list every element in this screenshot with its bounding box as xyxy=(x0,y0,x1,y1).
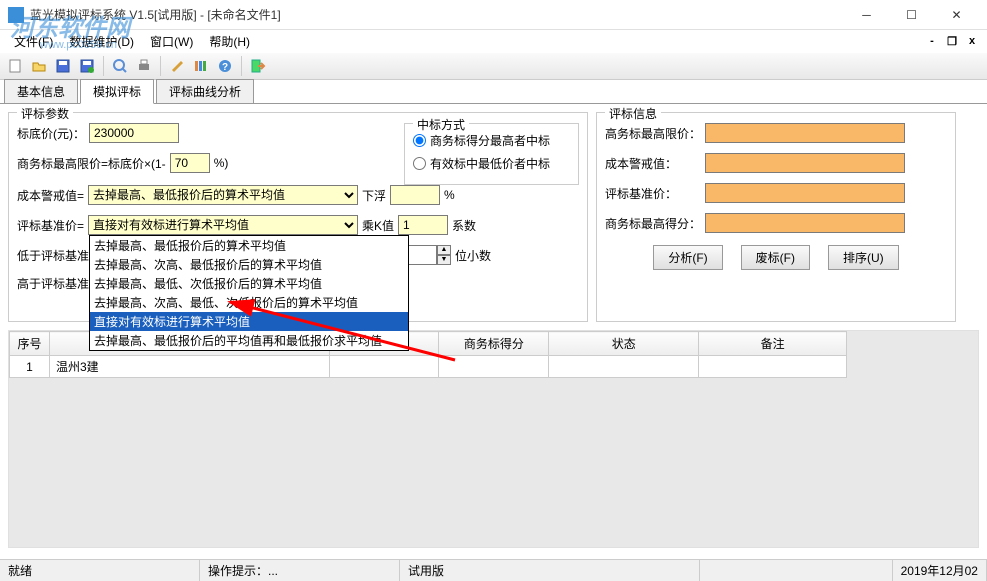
coef-label: 乘K值 xyxy=(362,217,394,234)
minimize-button[interactable]: ─ xyxy=(844,1,889,29)
decimal-suffix: 位小数 xyxy=(455,247,491,264)
low-base-label: 低于评标基准 xyxy=(17,247,89,264)
high-base-label: 高于评标基准 xyxy=(17,275,89,292)
max-limit-input[interactable] xyxy=(170,153,210,173)
cell-status xyxy=(549,356,699,378)
discard-button[interactable]: 废标(F) xyxy=(741,245,810,270)
dropdown-option[interactable]: 去掉最高、最低报价后的算术平均值 xyxy=(90,236,408,255)
base-select-dropdown[interactable]: 去掉最高、最低报价后的算术平均值 去掉最高、次高、最低报价后的算术平均值 去掉最… xyxy=(89,235,409,351)
print-icon[interactable] xyxy=(133,55,155,77)
analyze-button[interactable]: 分析(F) xyxy=(653,245,722,270)
menu-data[interactable]: 数据维护(D) xyxy=(61,31,142,52)
toolbar: ? xyxy=(0,52,987,80)
mdi-close-button[interactable]: x xyxy=(963,33,981,49)
base-output xyxy=(705,183,905,203)
info-title: 评标信息 xyxy=(605,105,661,122)
warn-label: 成本警戒值= xyxy=(17,187,84,204)
base-calc-label: 评标基准价= xyxy=(17,217,84,234)
titlebar: 蓝光模拟评标系统 V1.5[试用版] - [未命名文件1] ─ ☐ ✕ xyxy=(0,0,987,30)
max-price-output xyxy=(705,123,905,143)
col-no[interactable]: 序号 xyxy=(10,332,50,356)
spinner-up-icon[interactable]: ▲ xyxy=(437,245,451,255)
warn-out-label: 成本警戒值： xyxy=(605,155,705,172)
max-price-out-label: 高务标最高限价： xyxy=(605,125,705,142)
close-button[interactable]: ✕ xyxy=(934,1,979,29)
col-status[interactable]: 状态 xyxy=(549,332,699,356)
exit-icon[interactable] xyxy=(247,55,269,77)
tabstrip: 基本信息 模拟评标 评标曲线分析 xyxy=(0,80,987,104)
mdi-minimize-button[interactable]: - xyxy=(923,33,941,49)
radio-highest-score[interactable] xyxy=(413,134,426,147)
status-version: 试用版 xyxy=(400,560,700,581)
mdi-restore-button[interactable]: ❐ xyxy=(943,33,961,49)
params-title: 评标参数 xyxy=(17,105,73,122)
menu-file[interactable]: 文件(F) xyxy=(6,31,61,52)
menu-help[interactable]: 帮助(H) xyxy=(201,31,258,52)
saveas-icon[interactable] xyxy=(76,55,98,77)
dropdown-option[interactable]: 去掉最高、最低、次低报价后的算术平均值 xyxy=(90,274,408,293)
base-out-label: 评标基准价： xyxy=(605,185,705,202)
cell-no: 1 xyxy=(10,356,50,378)
dropdown-option[interactable]: 去掉最高、次高、最低报价后的算术平均值 xyxy=(90,255,408,274)
tab-simulate[interactable]: 模拟评标 xyxy=(80,79,154,104)
spinner-down-icon[interactable]: ▼ xyxy=(437,255,451,265)
help-icon[interactable]: ? xyxy=(214,55,236,77)
menu-window[interactable]: 窗口(W) xyxy=(142,31,201,52)
results-table-area: 序号 投标单位名称 报价(元) 商务标得分 状态 备注 1 温州3建 xyxy=(8,330,979,548)
svg-text:?: ? xyxy=(222,62,228,73)
tab-basic-info[interactable]: 基本信息 xyxy=(4,79,78,103)
float-label: 下浮 xyxy=(362,187,386,204)
maxscore-output xyxy=(705,213,905,233)
cell-bidder: 温州3建 xyxy=(49,356,329,378)
status-ready: 就绪 xyxy=(0,560,200,581)
cell-price xyxy=(329,356,439,378)
new-icon[interactable] xyxy=(4,55,26,77)
info-group: 评标信息 高务标最高限价： 成本警戒值： 评标基准价： 商务标最高得分： 分析(… xyxy=(596,112,956,322)
warn-select[interactable]: 去掉最高、最低报价后的算术平均值 xyxy=(88,185,358,205)
status-spacer xyxy=(700,560,893,581)
dropdown-option[interactable]: 去掉最高、次高、最低、次低报价后的算术平均值 xyxy=(90,293,408,312)
base-select[interactable]: 直接对有效标进行算术平均值 xyxy=(88,215,358,235)
app-icon xyxy=(8,7,24,23)
tab-curve[interactable]: 评标曲线分析 xyxy=(156,79,254,103)
float-input[interactable] xyxy=(390,185,440,205)
max-limit-label: 商务标最高限价=标底价×(1- xyxy=(17,155,166,172)
table-row[interactable]: 1 温州3建 xyxy=(10,356,847,378)
statusbar: 就绪 操作提示：... 试用版 2019年12月02 xyxy=(0,559,987,581)
zhongbiao-group: 中标方式 商务标得分最高者中标 有效标中最低价者中标 xyxy=(404,123,579,185)
radio-lowest-price-label: 有效标中最低价者中标 xyxy=(430,155,550,172)
params-group: 评标参数 标底价(元)： 商务标最高限价=标底价×(1- %) 中标方式 商务标… xyxy=(8,112,588,322)
window-title: 蓝光模拟评标系统 V1.5[试用版] - [未命名文件1] xyxy=(30,6,844,23)
col-remark[interactable]: 备注 xyxy=(699,332,847,356)
menubar: 文件(F) 数据维护(D) 窗口(W) 帮助(H) - ❐ x xyxy=(0,30,987,52)
radio-highest-score-label: 商务标得分最高者中标 xyxy=(430,132,550,149)
cell-remark xyxy=(699,356,847,378)
dropdown-option-highlighted[interactable]: 直接对有效标进行算术平均值 xyxy=(90,312,408,331)
pct-suffix: %) xyxy=(214,156,229,170)
maximize-button[interactable]: ☐ xyxy=(889,1,934,29)
radio-lowest-price[interactable] xyxy=(413,157,426,170)
col-score[interactable]: 商务标得分 xyxy=(439,332,549,356)
open-icon[interactable] xyxy=(28,55,50,77)
status-hint: 操作提示：... xyxy=(200,560,400,581)
base-price-input[interactable] xyxy=(89,123,179,143)
warn-output xyxy=(705,153,905,173)
base-price-label: 标底价(元)： xyxy=(17,125,85,142)
float-suffix: % xyxy=(444,188,455,202)
cell-score xyxy=(439,356,549,378)
coef-suffix: 系数 xyxy=(452,217,476,234)
maxscore-out-label: 商务标最高得分： xyxy=(605,215,705,232)
dropdown-option[interactable]: 去掉最高、最低报价后的平均值再和最低报价求平均值 xyxy=(90,331,408,350)
preview-icon[interactable] xyxy=(109,55,131,77)
settings-icon[interactable] xyxy=(166,55,188,77)
status-date: 2019年12月02 xyxy=(893,560,987,581)
zhongbiao-title: 中标方式 xyxy=(413,116,469,133)
sort-button[interactable]: 排序(U) xyxy=(828,245,899,270)
coef-input[interactable] xyxy=(398,215,448,235)
books-icon[interactable] xyxy=(190,55,212,77)
save-icon[interactable] xyxy=(52,55,74,77)
